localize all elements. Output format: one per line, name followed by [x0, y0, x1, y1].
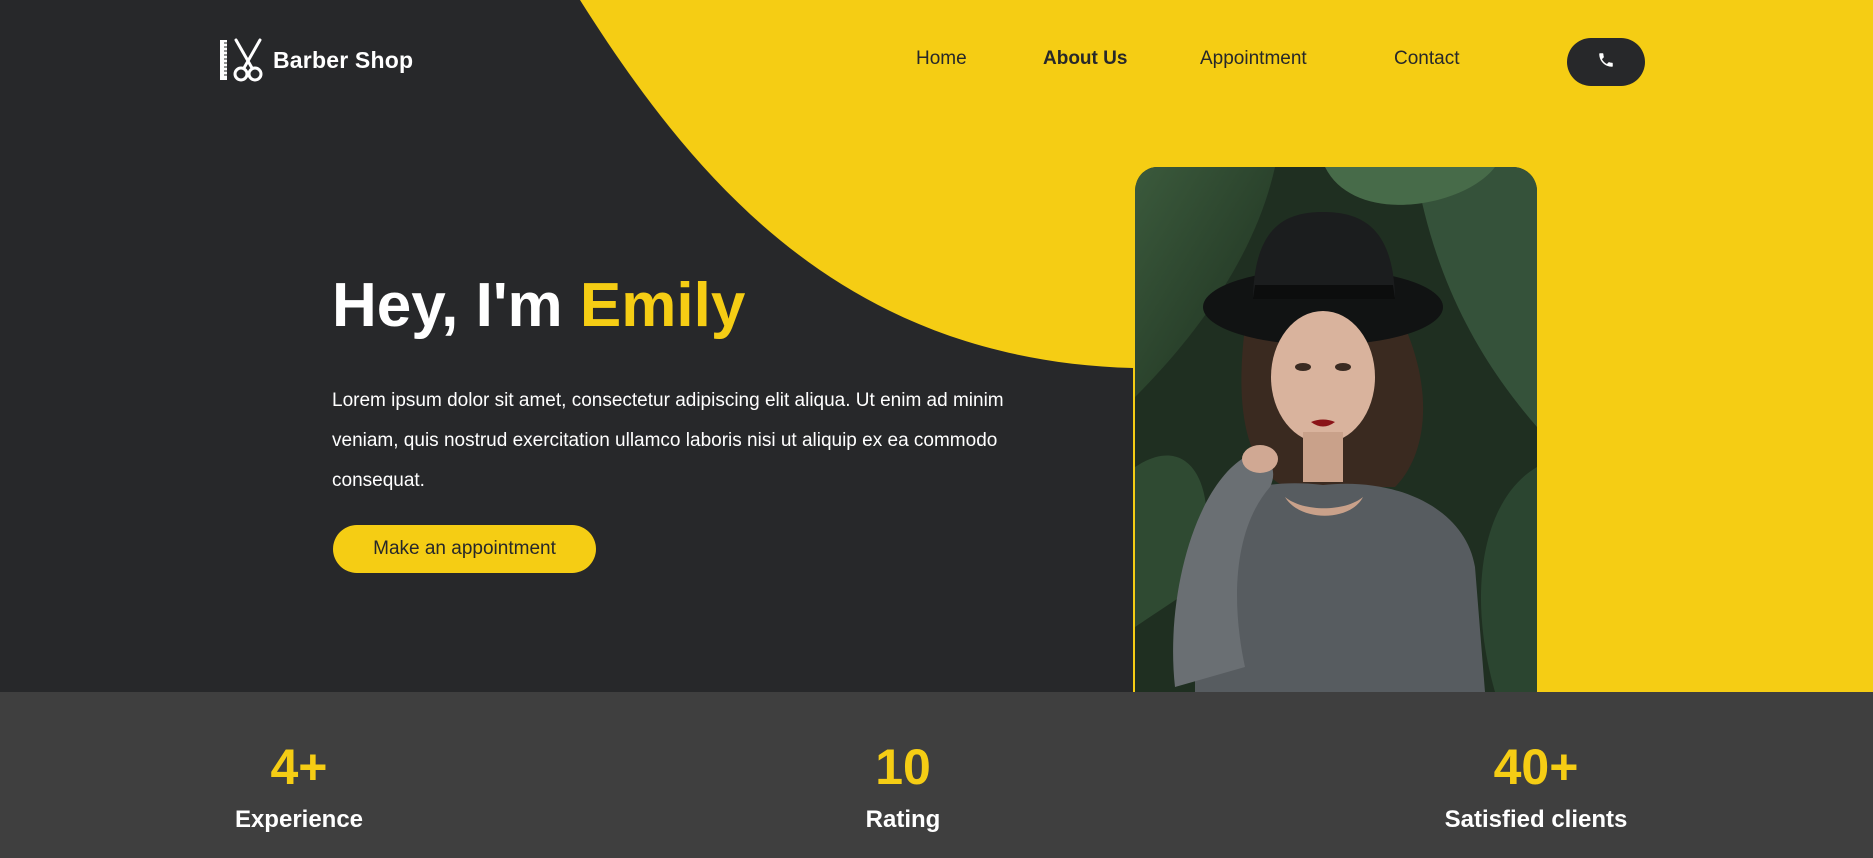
stat-label: Rating — [865, 806, 941, 833]
phone-icon — [1597, 51, 1615, 74]
hero-title: Hey, I'm Emily — [332, 271, 746, 340]
stat-value: 4+ — [270, 739, 328, 795]
nav-link-about-us[interactable]: About Us — [1043, 48, 1127, 70]
stat-label: Experience — [234, 806, 364, 833]
stat-satisfied-clients: 40+ Satisfied clients — [1386, 692, 1686, 832]
hero-title-prefix: Hey, I'm — [332, 271, 580, 340]
stat-experience: 4+ Experience — [149, 692, 449, 832]
hero-title-name: Emily — [579, 271, 746, 340]
stat-value: 10 — [875, 739, 931, 795]
nav-link-contact[interactable]: Contact — [1394, 48, 1459, 70]
hero-portrait-image — [1133, 167, 1537, 692]
hero-background-shape — [580, 0, 1873, 692]
stat-label: Satisfied clients — [1444, 806, 1628, 833]
call-button[interactable] — [1567, 38, 1645, 86]
stat-value: 40+ — [1493, 739, 1579, 795]
nav-link-appointment[interactable]: Appointment — [1200, 48, 1307, 70]
stats-bar: 4+ Experience 10 Rating 40+ Satisfied cl… — [0, 692, 1873, 858]
nav-link-home[interactable]: Home — [916, 48, 967, 70]
make-appointment-button[interactable]: Make an appointment — [333, 525, 596, 573]
stat-rating: 10 Rating — [753, 692, 1053, 832]
hero-description: Lorem ipsum dolor sit amet, consectetur … — [332, 390, 1004, 491]
